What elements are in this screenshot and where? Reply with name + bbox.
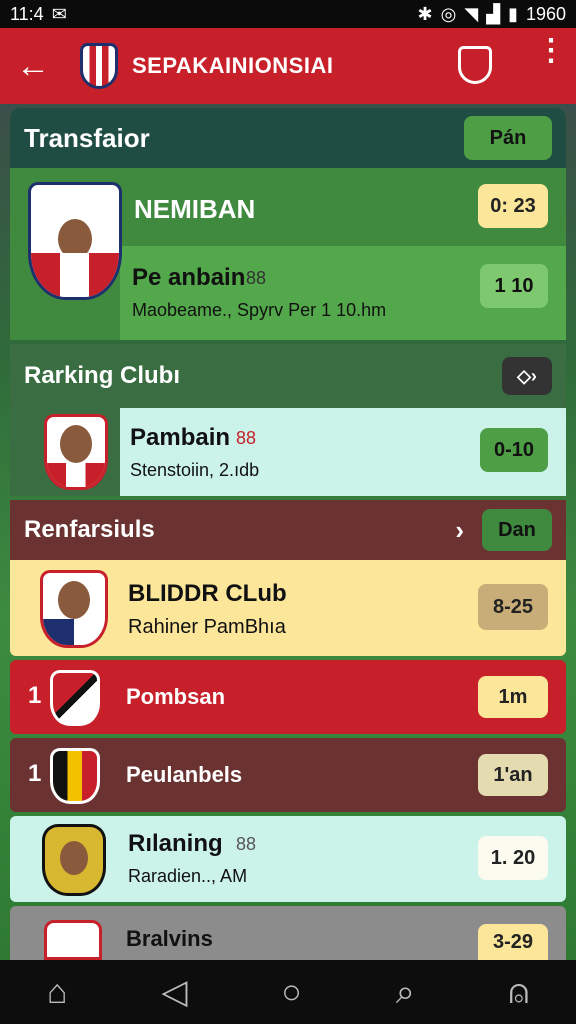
ranking-title: Rarking Clubı <box>24 362 181 389</box>
ranking-next-button[interactable]: ◇› <box>502 357 552 395</box>
back-arrow-icon[interactable]: ← <box>16 47 50 86</box>
signal-icon: ▟ <box>486 3 501 24</box>
app-title: SEPAKAINIONSIAI <box>132 53 334 78</box>
list-score: 3-29 <box>478 924 548 960</box>
wifi-icon: ◥ <box>464 3 479 24</box>
transfer-title: Transfaior <box>24 122 150 153</box>
list-item[interactable]: 1 Pombsan 1m <box>10 660 566 734</box>
circle-home-icon[interactable]: ○ <box>281 973 302 1012</box>
status-time: 11:4 <box>10 3 44 24</box>
featured-player-card[interactable]: NEMIBAN 0: 23 Pe anbain 88 Maobeame., Sp… <box>10 168 566 340</box>
list-score: 1m <box>478 676 548 718</box>
card1-player: Pe anbain <box>132 264 246 291</box>
player-face <box>58 581 90 619</box>
more-menu-icon[interactable]: ⋮ <box>536 36 566 66</box>
search-icon[interactable]: ⌕ <box>396 973 415 1012</box>
reinforce-header: Renfarsiuls › Dan <box>10 500 566 560</box>
ranking-score: 0-10 <box>480 428 548 472</box>
card1-name: NEMIBAN <box>134 194 256 224</box>
bottom-nav: ⌂ ◁ ○ ⌕ ⍝ <box>0 960 576 1024</box>
reinforce-button[interactable]: Dan <box>482 509 552 551</box>
ranking-card[interactable]: Pambain 88 Stenstoiin, 2.ıdb 0-10 <box>10 408 566 496</box>
reinforce-detail: Rahiner PamBhıa <box>128 616 286 638</box>
list-name: Rılaning <box>128 830 223 857</box>
list-item[interactable]: 1 Peulanbels 1'an <box>10 738 566 812</box>
list-detail: Raradien.., AM <box>128 866 248 886</box>
player-shirt <box>43 619 105 645</box>
list-name: Pombsan <box>126 684 226 709</box>
list-tag: 88 <box>236 834 257 854</box>
list-score: 1. 20 <box>478 836 548 880</box>
app-bar: ← SEPAKAINIONSIAI ⋮ <box>0 28 576 104</box>
status-bar: 11:4 ✉ ✱ ◎ ◥ ▟ ▮ 1960 <box>0 0 576 28</box>
reinforce-title: Renfarsiuls <box>24 516 155 543</box>
ranking-player: Pambain <box>130 424 231 451</box>
club-logo <box>44 920 102 960</box>
bluetooth-icon: ✱ <box>417 3 433 24</box>
list-name: Peulanbels <box>126 762 243 787</box>
battery-icon: ▮ <box>508 3 518 24</box>
list-item[interactable]: Bralvins 3-29 <box>10 906 566 960</box>
profile-icon[interactable]: ⍝ <box>509 973 529 1012</box>
chevron-right-icon[interactable]: › <box>455 515 464 546</box>
reinforce-score: 8-25 <box>478 584 548 630</box>
ranking-detail: Stenstoiin, 2.ıdb <box>130 460 260 480</box>
reinforce-club: BLIDDR CLub <box>128 580 287 607</box>
status-clock: 1960 <box>525 3 566 24</box>
message-icon: ✉ <box>51 3 67 24</box>
card1-tag: 88 <box>246 268 267 288</box>
list-name: Bralvins <box>126 926 213 951</box>
club-logo <box>42 824 106 896</box>
player-badge <box>44 414 108 490</box>
alarm-icon: ◎ <box>440 3 457 24</box>
list-item[interactable]: Rılaning 88 Raradien.., AM 1. 20 <box>10 816 566 902</box>
transfer-button[interactable]: Pán <box>464 116 552 160</box>
club-logo <box>50 670 100 726</box>
list-rank: 1 <box>28 760 42 787</box>
card1-badge: 0: 23 <box>478 184 548 228</box>
player-shirt <box>47 463 105 487</box>
ranking-tag: 88 <box>236 428 257 448</box>
player-face <box>60 425 92 463</box>
ranking-header: Rarking Clubı ◇› <box>10 344 566 408</box>
list-score: 1'an <box>478 754 548 796</box>
reinforce-card[interactable]: BLIDDR CLub Rahiner PamBhıa 8-25 <box>10 560 566 656</box>
player-face <box>60 841 88 875</box>
transfer-header: Transfaior Pán <box>10 108 566 168</box>
player-badge <box>40 570 108 648</box>
card1-detail: Maobeame., Spyrv Per 1 10.hm <box>132 300 387 320</box>
shield-icon[interactable] <box>458 46 492 84</box>
club-logo <box>50 748 100 804</box>
back-icon[interactable]: ◁ <box>161 972 187 1012</box>
card1-score: 1 10 <box>480 264 548 308</box>
home-icon[interactable]: ⌂ <box>47 973 68 1012</box>
list-rank: 1 <box>28 682 42 709</box>
club-logo <box>28 182 122 300</box>
club-crest-icon <box>80 43 118 89</box>
player-shirt <box>31 253 119 297</box>
